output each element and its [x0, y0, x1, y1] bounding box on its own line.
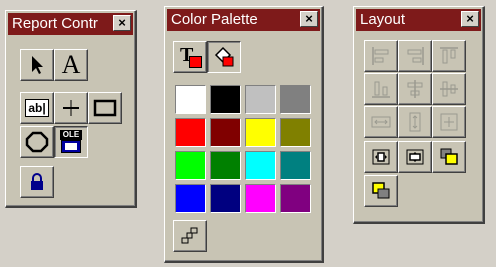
line-tool-icon	[63, 100, 79, 116]
color-swatch[interactable]	[245, 118, 276, 147]
other-colors-icon	[181, 227, 198, 244]
center-vertically-button[interactable]	[398, 141, 432, 173]
align-left-icon	[372, 47, 389, 65]
center-horizontally-button[interactable]	[364, 141, 398, 173]
color-swatch[interactable]	[245, 151, 276, 180]
text-box-tool-icon: ab|	[25, 99, 49, 117]
align-right-button[interactable]	[398, 40, 432, 72]
report-controls-toolbar: Report Contr × A ab| OLE	[5, 10, 137, 208]
color-palette-close-button[interactable]: ×	[300, 11, 318, 27]
color-swatch[interactable]	[245, 85, 276, 114]
same-size-icon	[440, 113, 458, 131]
same-width-icon	[371, 116, 391, 128]
send-to-back-icon	[372, 182, 390, 199]
same-size-button[interactable]	[432, 106, 466, 138]
color-swatch[interactable]	[175, 118, 206, 147]
color-swatch[interactable]	[175, 85, 206, 114]
same-width-button[interactable]	[364, 106, 398, 138]
pointer-tool-icon	[32, 56, 43, 74]
align-top-button[interactable]	[432, 40, 466, 72]
color-swatch[interactable]	[210, 151, 241, 180]
foreground-color-button[interactable]: T	[173, 41, 207, 73]
align-horizontal-center-button[interactable]	[432, 73, 466, 105]
color-swatch[interactable]	[280, 118, 311, 147]
other-colors-button[interactable]	[173, 220, 207, 252]
button-lock-button[interactable]	[20, 166, 54, 198]
same-height-button[interactable]	[398, 106, 432, 138]
report-controls-title: Report Contr	[12, 15, 98, 32]
center-vertically-icon	[406, 149, 424, 165]
center-horizontally-icon	[372, 149, 390, 165]
same-height-icon	[409, 112, 421, 132]
color-swatch[interactable]	[210, 85, 241, 114]
color-swatch-grid	[175, 85, 315, 217]
ole-bound-tool-icon: OLE	[60, 130, 82, 154]
text-box-tool-button[interactable]: ab|	[20, 92, 54, 124]
rectangle-tool-button[interactable]	[88, 92, 122, 124]
align-right-icon	[407, 47, 424, 65]
fill-color-button[interactable]	[207, 41, 241, 73]
button-lock-icon	[31, 173, 43, 190]
bring-to-front-icon	[440, 148, 458, 165]
color-palette-toolbar: Color Palette × T	[164, 6, 324, 263]
align-bottom-button[interactable]	[364, 73, 398, 105]
rectangle-tool-icon	[93, 99, 117, 117]
foreground-color-icon: T	[179, 44, 202, 68]
ole-frame	[61, 140, 81, 153]
align-top-icon	[440, 47, 458, 64]
color-swatch[interactable]	[175, 151, 206, 180]
label-tool-button[interactable]: A	[54, 49, 88, 81]
align-vertical-center-button[interactable]	[398, 73, 432, 105]
color-swatch[interactable]	[280, 184, 311, 213]
color-swatch[interactable]	[210, 118, 241, 147]
align-left-button[interactable]	[364, 40, 398, 72]
send-to-back-button[interactable]	[364, 175, 398, 207]
color-swatch[interactable]	[280, 85, 311, 114]
color-swatch[interactable]	[245, 184, 276, 213]
color-swatch[interactable]	[280, 151, 311, 180]
label-tool-icon: A	[61, 50, 81, 79]
line-tool-button[interactable]	[54, 92, 88, 124]
color-swatch[interactable]	[175, 184, 206, 213]
layout-close-button[interactable]: ×	[461, 11, 479, 27]
rounded-rectangle-tool-icon	[25, 131, 49, 153]
align-vertical-center-icon	[407, 80, 423, 98]
pointer-tool-button[interactable]	[20, 49, 54, 81]
align-bottom-icon	[372, 81, 390, 98]
layout-title: Layout	[360, 11, 406, 28]
ole-label: OLE	[60, 130, 82, 140]
color-swatch[interactable]	[210, 184, 241, 213]
color-palette-title-bar[interactable]: Color Palette	[167, 9, 320, 31]
rounded-rectangle-tool-button[interactable]	[20, 126, 54, 158]
layout-toolbar: Layout ×	[353, 6, 485, 224]
report-controls-close-button[interactable]: ×	[113, 15, 131, 31]
align-horizontal-center-icon	[440, 81, 458, 97]
bring-to-front-button[interactable]	[432, 141, 466, 173]
ole-bound-tool-button[interactable]: OLE	[54, 126, 88, 158]
fill-color-icon	[214, 46, 234, 67]
color-palette-title: Color Palette	[171, 11, 258, 28]
